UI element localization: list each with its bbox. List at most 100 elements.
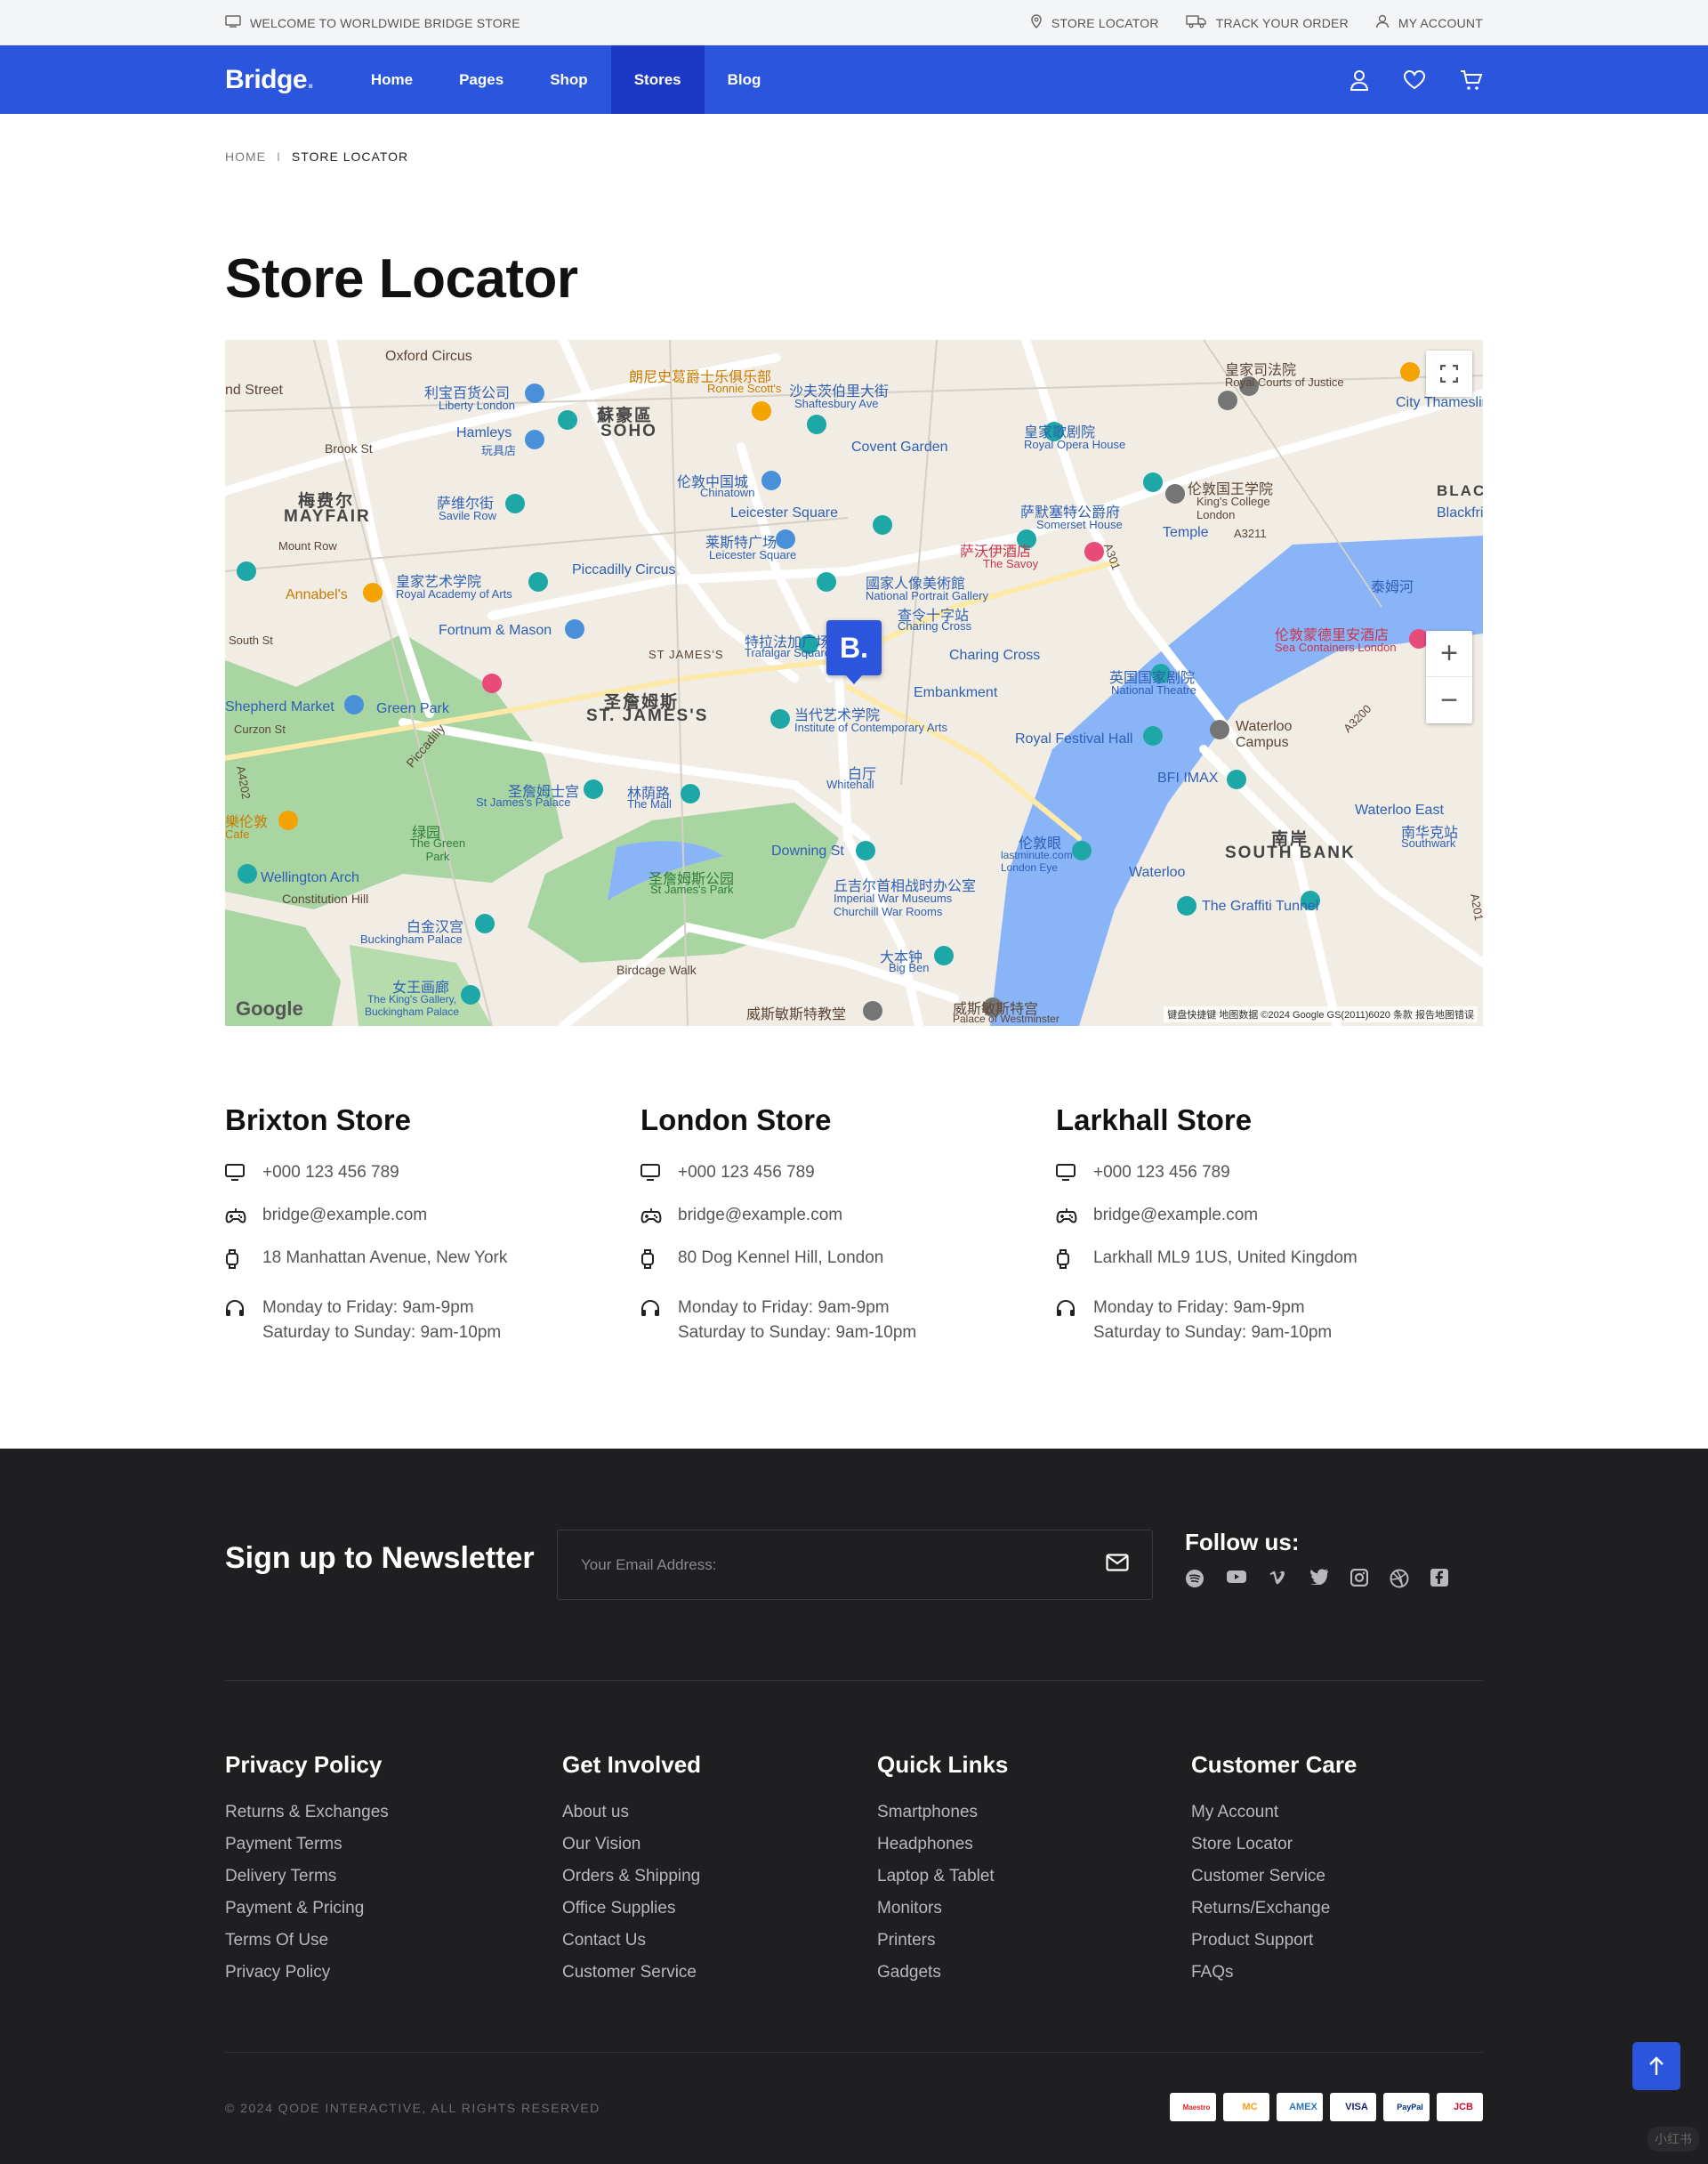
- footer-link[interactable]: Monitors: [877, 1893, 1008, 1925]
- nav-item-stores[interactable]: Stores: [610, 45, 705, 114]
- store-address-row: Larkhall ML9 1US, United Kingdom: [1056, 1246, 1471, 1296]
- map-label-shaftesbury: Shaftesbury Ave: [794, 397, 879, 410]
- breadcrumb-home[interactable]: HOME: [225, 149, 266, 164]
- map-label-bfi: BFI IMAX: [1157, 771, 1219, 786]
- store-hours-weekday: Monday to Friday: 9am-9pm: [262, 1298, 474, 1317]
- youtube-icon[interactable]: [1226, 1569, 1247, 1588]
- page-title: Store Locator: [225, 248, 578, 310]
- account-icon[interactable]: [1349, 69, 1369, 91]
- store-address: 80 Dog Kennel Hill, London: [678, 1248, 884, 1267]
- footer-link[interactable]: Contact Us: [562, 1925, 701, 1957]
- vimeo-icon[interactable]: [1269, 1569, 1288, 1588]
- footer-col-title: Customer Care: [1191, 1751, 1358, 1778]
- logo[interactable]: Bridge.: [225, 65, 314, 95]
- footer-link[interactable]: Customer Service: [1191, 1861, 1357, 1893]
- truck-icon: [1186, 14, 1207, 31]
- footer-col-quick-links: Quick Links Smartphones Headphones Lapto…: [877, 1751, 1008, 1989]
- back-to-top-button[interactable]: [1632, 2042, 1680, 2090]
- footer-link[interactable]: Orders & Shipping: [562, 1861, 701, 1893]
- footer-link[interactable]: Returns/Exchange: [1191, 1893, 1357, 1925]
- google-logo: Google: [236, 997, 303, 1020]
- footer-link[interactable]: Our Vision: [562, 1829, 701, 1861]
- map-label-npg: National Portrait Gallery: [866, 589, 988, 602]
- store-email[interactable]: bridge@example.com: [678, 1203, 842, 1228]
- map-label-greenpark: Green Park: [376, 701, 449, 716]
- paypal-icon: PayPal: [1383, 2093, 1430, 2121]
- map-label-hamleys-cn: 玩具店: [481, 444, 517, 457]
- store-map[interactable]: Oxford Circus nd Street 利宝百货公司 Liberty L…: [225, 340, 1483, 1026]
- nav-item-home[interactable]: Home: [348, 45, 436, 114]
- footer-link[interactable]: Returns & Exchanges: [225, 1797, 389, 1829]
- store-name: Larkhall Store: [1056, 1103, 1253, 1136]
- my-account-link[interactable]: MY ACCOUNT: [1375, 14, 1483, 31]
- footer: Sign up to Newsletter Follow us: Privacy…: [0, 1449, 1708, 2164]
- store-phone[interactable]: +000 123 456 789: [262, 1160, 399, 1185]
- map-label-laimeng: Leicester Square: [709, 548, 797, 561]
- map-label-whitehall: Whitehall: [826, 778, 874, 791]
- store-hours-weekend: Saturday to Sunday: 9am-10pm: [1093, 1323, 1333, 1342]
- footer-link[interactable]: Delivery Terms: [225, 1861, 389, 1893]
- gamepad-icon: [225, 1203, 262, 1232]
- zoom-control: + −: [1426, 631, 1472, 723]
- store-phone[interactable]: +000 123 456 789: [1093, 1160, 1230, 1185]
- zoom-out-button[interactable]: −: [1426, 677, 1472, 723]
- footer-link[interactable]: Privacy Policy: [225, 1957, 389, 1989]
- footer-link[interactable]: Store Locator: [1191, 1829, 1357, 1861]
- footer-link[interactable]: Office Supplies: [562, 1893, 701, 1925]
- social-follow: Follow us:: [1185, 1529, 1470, 1588]
- footer-link[interactable]: Gadgets: [877, 1957, 1008, 1989]
- map-label-annabels: Annabel's: [286, 587, 348, 602]
- footer-link[interactable]: Laptop & Tablet: [877, 1861, 1008, 1893]
- store-hours-weekend: Saturday to Sunday: 9am-10pm: [262, 1323, 502, 1342]
- store-marker[interactable]: B.: [826, 620, 882, 684]
- map-label-lechun: Cafe: [225, 828, 250, 841]
- cart-icon[interactable]: [1460, 69, 1483, 91]
- store-phone[interactable]: +000 123 456 789: [678, 1160, 815, 1185]
- footer-link[interactable]: Product Support: [1191, 1925, 1357, 1957]
- map-attribution[interactable]: 键盘快捷键 地图数据 ©2024 Google GS(2011)6020 条款 …: [1164, 1006, 1478, 1022]
- facebook-icon[interactable]: [1430, 1569, 1448, 1588]
- map-label-savile: Savile Row: [439, 509, 497, 522]
- jcb-icon: JCB: [1437, 2093, 1483, 2121]
- wishlist-heart-icon[interactable]: [1403, 69, 1426, 90]
- map-label-leicester: Leicester Square: [730, 505, 838, 521]
- footer-link[interactable]: Smartphones: [877, 1797, 1008, 1829]
- maestro-icon: Maestro: [1170, 2093, 1216, 2121]
- zoom-in-button[interactable]: +: [1426, 631, 1472, 677]
- footer-col-title: Privacy Policy: [225, 1751, 383, 1778]
- map-label-downing: Downing St: [771, 844, 844, 859]
- footer-link[interactable]: Headphones: [877, 1829, 1008, 1861]
- footer-link[interactable]: About us: [562, 1797, 701, 1829]
- spotify-icon[interactable]: [1185, 1569, 1204, 1588]
- fullscreen-button[interactable]: [1426, 351, 1472, 397]
- footer-link[interactable]: My Account: [1191, 1797, 1357, 1829]
- newsletter-email-input[interactable]: [581, 1555, 1106, 1574]
- footer-link[interactable]: Payment & Pricing: [225, 1893, 389, 1925]
- store-email[interactable]: bridge@example.com: [1093, 1203, 1258, 1228]
- logo-text: Bridge: [225, 64, 308, 94]
- store-locator-link[interactable]: STORE LOCATOR: [1030, 14, 1159, 31]
- envelope-icon[interactable]: [1106, 1554, 1129, 1576]
- footer-link[interactable]: Payment Terms: [225, 1829, 389, 1861]
- twitter-icon[interactable]: [1309, 1569, 1329, 1588]
- map-label-blackfriars: BLAC: [1437, 482, 1483, 499]
- footer-link[interactable]: FAQs: [1191, 1957, 1357, 1989]
- nav-item-shop[interactable]: Shop: [527, 45, 611, 114]
- map-label-waterloo-east: Waterloo East: [1355, 803, 1444, 818]
- map-label-ronnie: Ronnie Scott's: [707, 382, 782, 395]
- track-order-link[interactable]: TRACK YOUR ORDER: [1186, 14, 1349, 31]
- footer-link[interactable]: Customer Service: [562, 1957, 701, 1989]
- instagram-icon[interactable]: [1350, 1569, 1368, 1588]
- store-name: London Store: [640, 1103, 832, 1136]
- map-label-chinatown: Chinatown: [700, 486, 755, 499]
- store-email[interactable]: bridge@example.com: [262, 1203, 427, 1228]
- store-address-row: 80 Dog Kennel Hill, London: [640, 1246, 1056, 1296]
- store-hours-weekday: Monday to Friday: 9am-9pm: [678, 1298, 890, 1317]
- store-address-row: 18 Manhattan Avenue, New York: [225, 1246, 640, 1296]
- nav-item-pages[interactable]: Pages: [436, 45, 527, 114]
- footer-link[interactable]: Printers: [877, 1925, 1008, 1957]
- map-label-court: Royal Courts of Justice: [1225, 375, 1344, 389]
- footer-link[interactable]: Terms Of Use: [225, 1925, 389, 1957]
- nav-item-blog[interactable]: Blog: [705, 45, 785, 114]
- dribbble-icon[interactable]: [1390, 1569, 1409, 1588]
